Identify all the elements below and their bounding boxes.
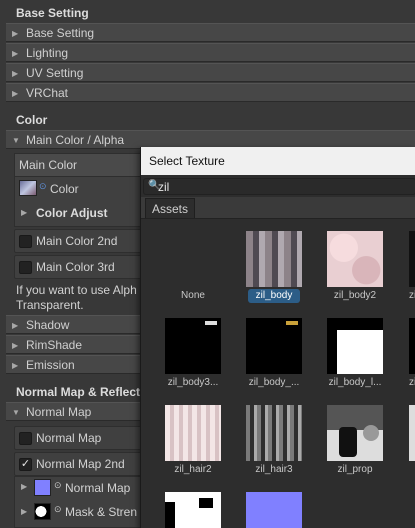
texture-item-label[interactable]: zi xyxy=(409,289,415,303)
texture-item-label[interactable]: zil_body xyxy=(248,289,300,303)
mask-texture-slot[interactable] xyxy=(34,503,51,520)
main-color-title: Main Color xyxy=(19,158,78,172)
texture-item-label[interactable]: zi xyxy=(409,376,415,390)
expand-arrow-icon: ▶ xyxy=(12,89,19,98)
foldout-label: Base Setting xyxy=(26,26,95,40)
texture-thumbnail[interactable] xyxy=(327,318,383,374)
expand-arrow-icon: ▶ xyxy=(12,321,19,330)
texture-item-label[interactable]: zil_body_l... xyxy=(323,376,387,390)
foldout-label: Normal Map xyxy=(26,405,92,419)
texture-item-label[interactable]: None xyxy=(165,289,221,303)
section-base-setting: Base Setting xyxy=(16,6,89,20)
normal-map-label: Normal Map xyxy=(36,431,102,445)
color-adjust-foldout[interactable]: Color Adjust xyxy=(36,206,108,220)
texture-thumbnail[interactable] xyxy=(246,492,302,528)
foldout-label: Lighting xyxy=(26,46,69,60)
dialog-title: Select Texture xyxy=(141,147,415,175)
help-text-line: Transparent. xyxy=(16,298,84,312)
texture-item-label[interactable]: zil_body_... xyxy=(242,376,306,390)
texture-thumbnail[interactable] xyxy=(409,231,415,287)
expand-arrow-icon[interactable]: ▶ xyxy=(21,482,27,491)
normal-map-texture-label: Normal Map xyxy=(65,481,131,495)
foldout-label: VRChat xyxy=(26,86,69,100)
texture-thumbnail[interactable] xyxy=(327,231,383,287)
foldout-base-setting[interactable]: ▶ Base Setting xyxy=(6,23,415,42)
foldout-label: Shadow xyxy=(26,318,70,332)
search-input[interactable] xyxy=(158,179,408,194)
texture-thumbnail[interactable] xyxy=(409,318,415,374)
texture-item-label[interactable]: zil_hair2 xyxy=(165,463,221,477)
search-box[interactable]: 🔍 xyxy=(143,178,415,195)
texture-item-label[interactable]: zil_body2 xyxy=(327,289,383,303)
texture-thumbnail[interactable] xyxy=(246,318,302,374)
main-color-3rd-checkbox[interactable] xyxy=(19,261,32,274)
collapse-arrow-icon: ▼ xyxy=(12,136,20,145)
foldout-vrchat[interactable]: ▶ VRChat xyxy=(6,83,415,102)
main-color-3rd-label: Main Color 3rd xyxy=(36,260,115,274)
object-picker-icon[interactable]: ⊙ xyxy=(39,181,47,192)
foldout-uv-setting[interactable]: ▶ UV Setting xyxy=(6,63,415,82)
normal-map-2nd-label: Normal Map 2nd xyxy=(36,457,125,471)
expand-arrow-icon: ▶ xyxy=(12,69,19,78)
tab-assets[interactable]: Assets xyxy=(145,198,195,218)
object-picker-icon[interactable]: ⊙ xyxy=(54,504,62,515)
texture-thumbnail[interactable] xyxy=(165,405,221,461)
help-text: If you want to use Alph Transparent. xyxy=(16,283,137,313)
foldout-lighting[interactable]: ▶ Lighting xyxy=(6,43,415,62)
texture-item-label[interactable]: zil_hair3 xyxy=(246,463,302,477)
normal-map-checkbox[interactable] xyxy=(19,432,32,445)
expand-arrow-icon: ▶ xyxy=(12,49,19,58)
texture-thumbnail[interactable] xyxy=(246,231,302,287)
texture-thumbnail[interactable] xyxy=(246,405,302,461)
texture-thumbnail[interactable] xyxy=(327,405,383,461)
foldout-label: RimShade xyxy=(26,338,83,352)
normal-map-texture-slot[interactable] xyxy=(34,479,51,496)
texture-thumbnail[interactable] xyxy=(409,405,415,461)
help-text-line: If you want to use Alph xyxy=(16,283,137,297)
main-color-2nd-label: Main Color 2nd xyxy=(36,234,118,248)
texture-item-label[interactable]: zil_prop xyxy=(327,463,383,477)
object-picker-icon[interactable]: ⊙ xyxy=(54,480,62,491)
expand-arrow-icon[interactable]: ▶ xyxy=(21,507,27,516)
foldout-label: Emission xyxy=(26,358,75,372)
texture-thumbnail[interactable] xyxy=(165,318,221,374)
select-texture-dialog: Select Texture 🔍 Assets None zil_body zi… xyxy=(140,147,415,528)
expand-arrow-icon: ▶ xyxy=(12,361,19,370)
expand-arrow-icon: ▶ xyxy=(12,29,19,38)
texture-thumbnail[interactable] xyxy=(165,492,221,528)
color-label: Color xyxy=(50,182,79,196)
normal-map-2nd-checkbox[interactable]: ✓ xyxy=(19,458,32,471)
mask-strength-label: Mask & Stren xyxy=(65,505,138,519)
main-color-texture-slot[interactable] xyxy=(19,180,37,196)
collapse-arrow-icon: ▼ xyxy=(12,408,20,417)
expand-arrow-icon: ▶ xyxy=(12,341,19,350)
foldout-label: UV Setting xyxy=(26,66,84,80)
expand-arrow-icon[interactable]: ▶ xyxy=(21,208,27,217)
texture-item-label[interactable]: zil_body3... xyxy=(161,376,225,390)
tab-bar: Assets xyxy=(141,197,415,219)
foldout-label: Main Color / Alpha xyxy=(26,133,125,147)
section-color: Color xyxy=(16,113,48,127)
main-color-2nd-checkbox[interactable] xyxy=(19,235,32,248)
